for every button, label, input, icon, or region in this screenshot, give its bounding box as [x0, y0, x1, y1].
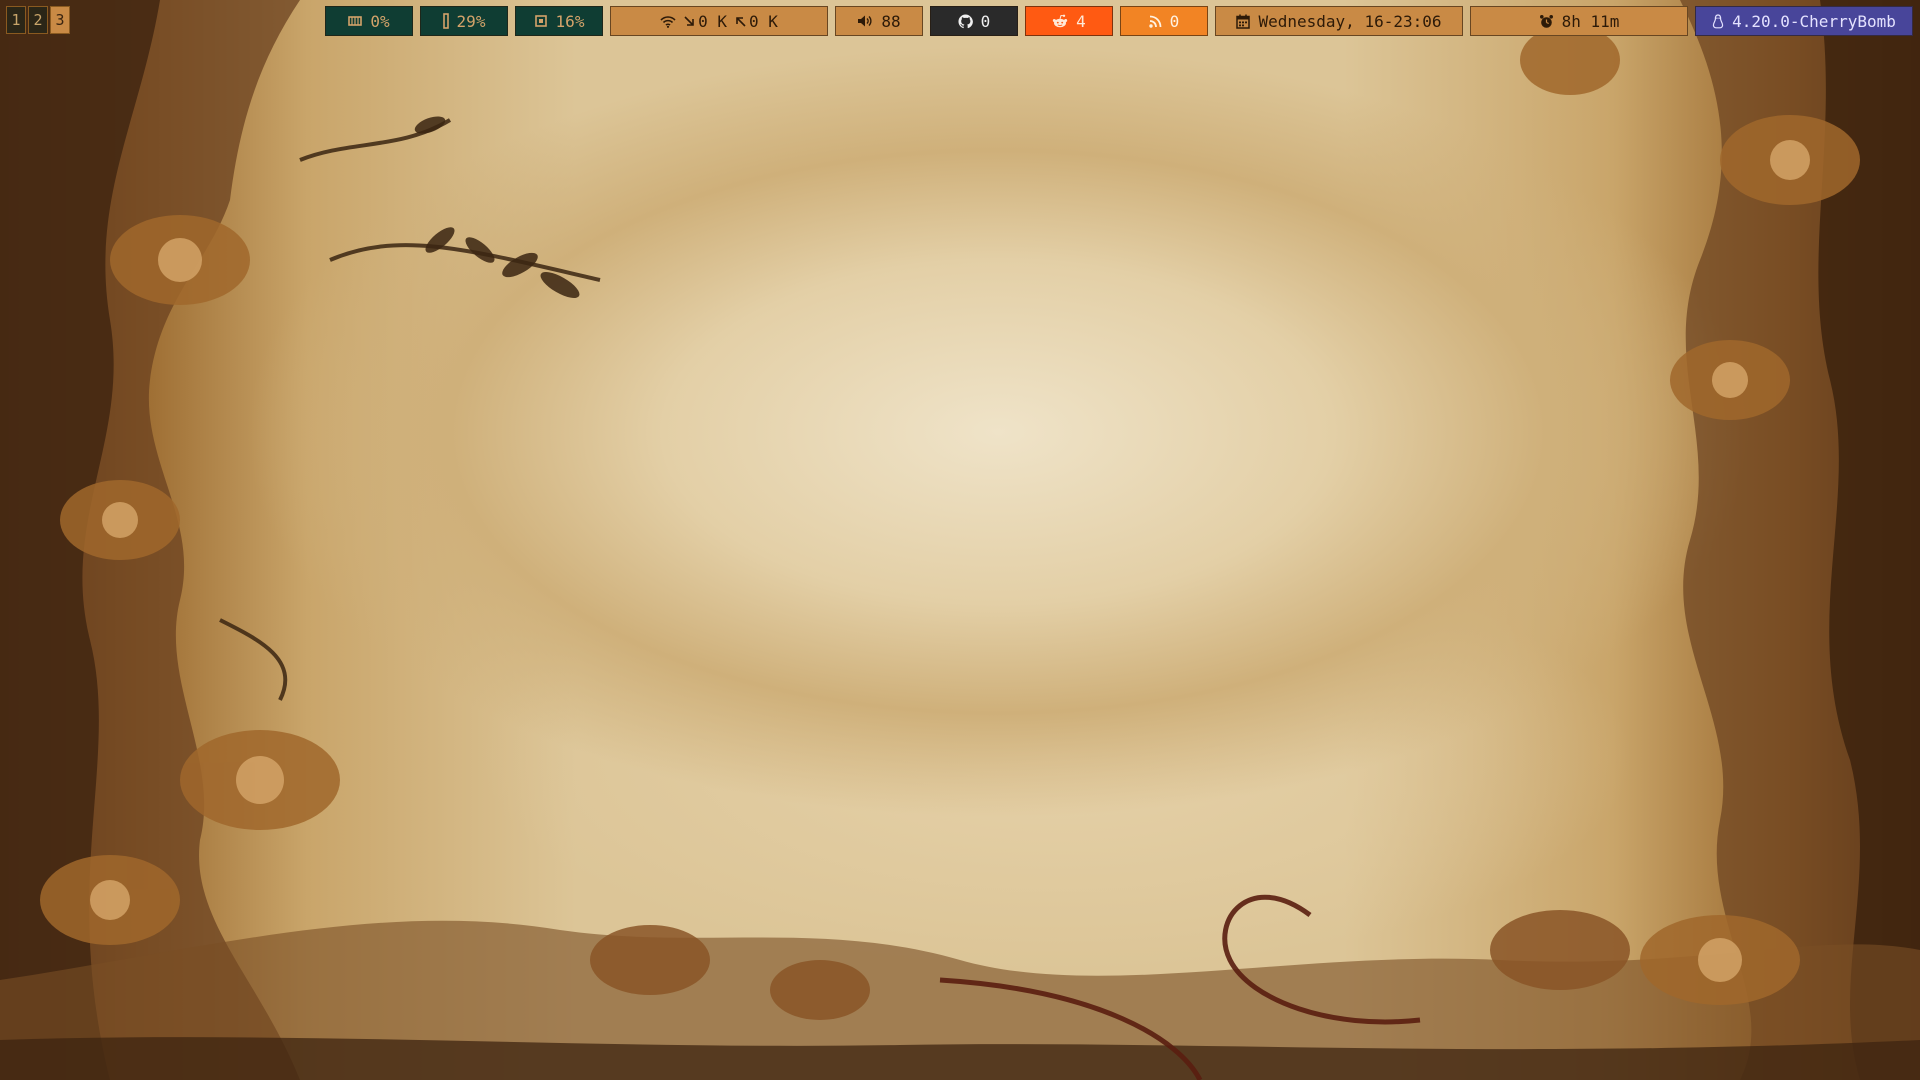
download-value: 0 K — [698, 11, 727, 31]
workspace-3-button[interactable]: 3 — [50, 6, 70, 34]
clock-value: Wednesday, 16-23:06 — [1258, 11, 1442, 31]
volume-value: 88 — [881, 11, 901, 31]
storage-value: 0% — [370, 11, 390, 31]
upload-rate: 0 K — [735, 12, 778, 31]
github-value: 0 — [980, 11, 991, 31]
download-rate: 0 K — [684, 12, 727, 31]
clock-module[interactable]: Wednesday, 16-23:06 — [1215, 6, 1463, 36]
speaker-icon — [858, 15, 872, 27]
storage-module[interactable]: 0% — [325, 6, 413, 36]
memory-icon — [442, 13, 449, 29]
reddit-value: 4 — [1076, 11, 1086, 31]
kernel-value: 4.20.0-CherryBomb — [1732, 11, 1896, 31]
status-bar: 1 2 3 0% 29% 16% 0 K 0 K 88 0 4 0 Wednes… — [0, 0, 1920, 42]
workspace-1-button[interactable]: 1 — [6, 6, 26, 34]
rss-module[interactable]: 0 — [1120, 6, 1208, 36]
rss-icon — [1148, 15, 1162, 28]
arrow-up-icon — [736, 16, 746, 27]
cpu-module[interactable]: 16% — [515, 6, 603, 36]
wifi-icon — [660, 15, 676, 28]
network-module[interactable]: 0 K 0 K — [610, 6, 828, 36]
desktop-wallpaper — [0, 0, 1920, 1080]
github-icon — [958, 13, 973, 28]
cpu-value: 16% — [555, 11, 585, 31]
upload-value: 0 K — [749, 11, 778, 31]
cpu-icon — [534, 15, 547, 27]
rss-value: 0 — [1169, 11, 1180, 31]
github-module[interactable]: 0 — [930, 6, 1018, 36]
arrow-down-icon — [684, 15, 694, 26]
reddit-module[interactable]: 4 — [1025, 6, 1113, 36]
floral-border-art — [0, 0, 1920, 1080]
workspace-2-button[interactable]: 2 — [28, 6, 48, 34]
kernel-module[interactable]: 4.20.0-CherryBomb — [1695, 6, 1913, 36]
volume-module[interactable]: 88 — [835, 6, 923, 36]
reddit-icon — [1052, 14, 1068, 28]
hard-disk-icon — [348, 16, 363, 26]
memory-module[interactable]: 29% — [420, 6, 508, 36]
linux-icon — [1712, 13, 1724, 28]
alarm-clock-icon — [1539, 14, 1553, 28]
calendar-icon — [1236, 14, 1251, 29]
uptime-value: 8h 11m — [1561, 11, 1620, 31]
uptime-module[interactable]: 8h 11m — [1470, 6, 1688, 36]
memory-value: 29% — [456, 11, 486, 31]
